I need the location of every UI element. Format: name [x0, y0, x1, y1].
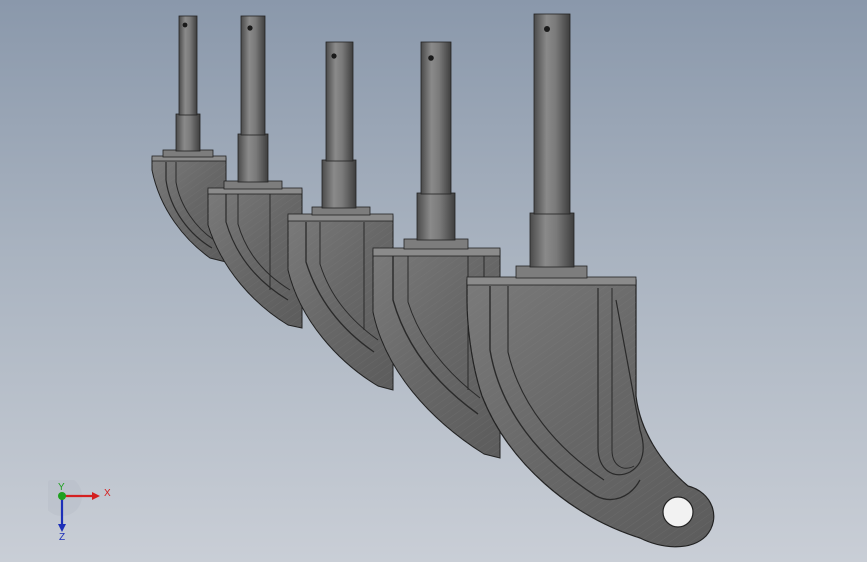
graphics-viewport[interactable]: X Y Z	[0, 0, 867, 562]
bracket-5[interactable]	[466, 13, 715, 548]
y-axis-label: Y	[58, 482, 65, 493]
z-axis-label: Z	[59, 532, 66, 543]
mount-hole	[662, 496, 694, 528]
x-axis-label: X	[104, 488, 111, 499]
bracket-4[interactable]	[372, 41, 501, 459]
bracket-3[interactable]	[287, 41, 394, 391]
model-scene[interactable]	[0, 0, 867, 562]
coordinate-triad: X Y Z	[42, 476, 118, 550]
